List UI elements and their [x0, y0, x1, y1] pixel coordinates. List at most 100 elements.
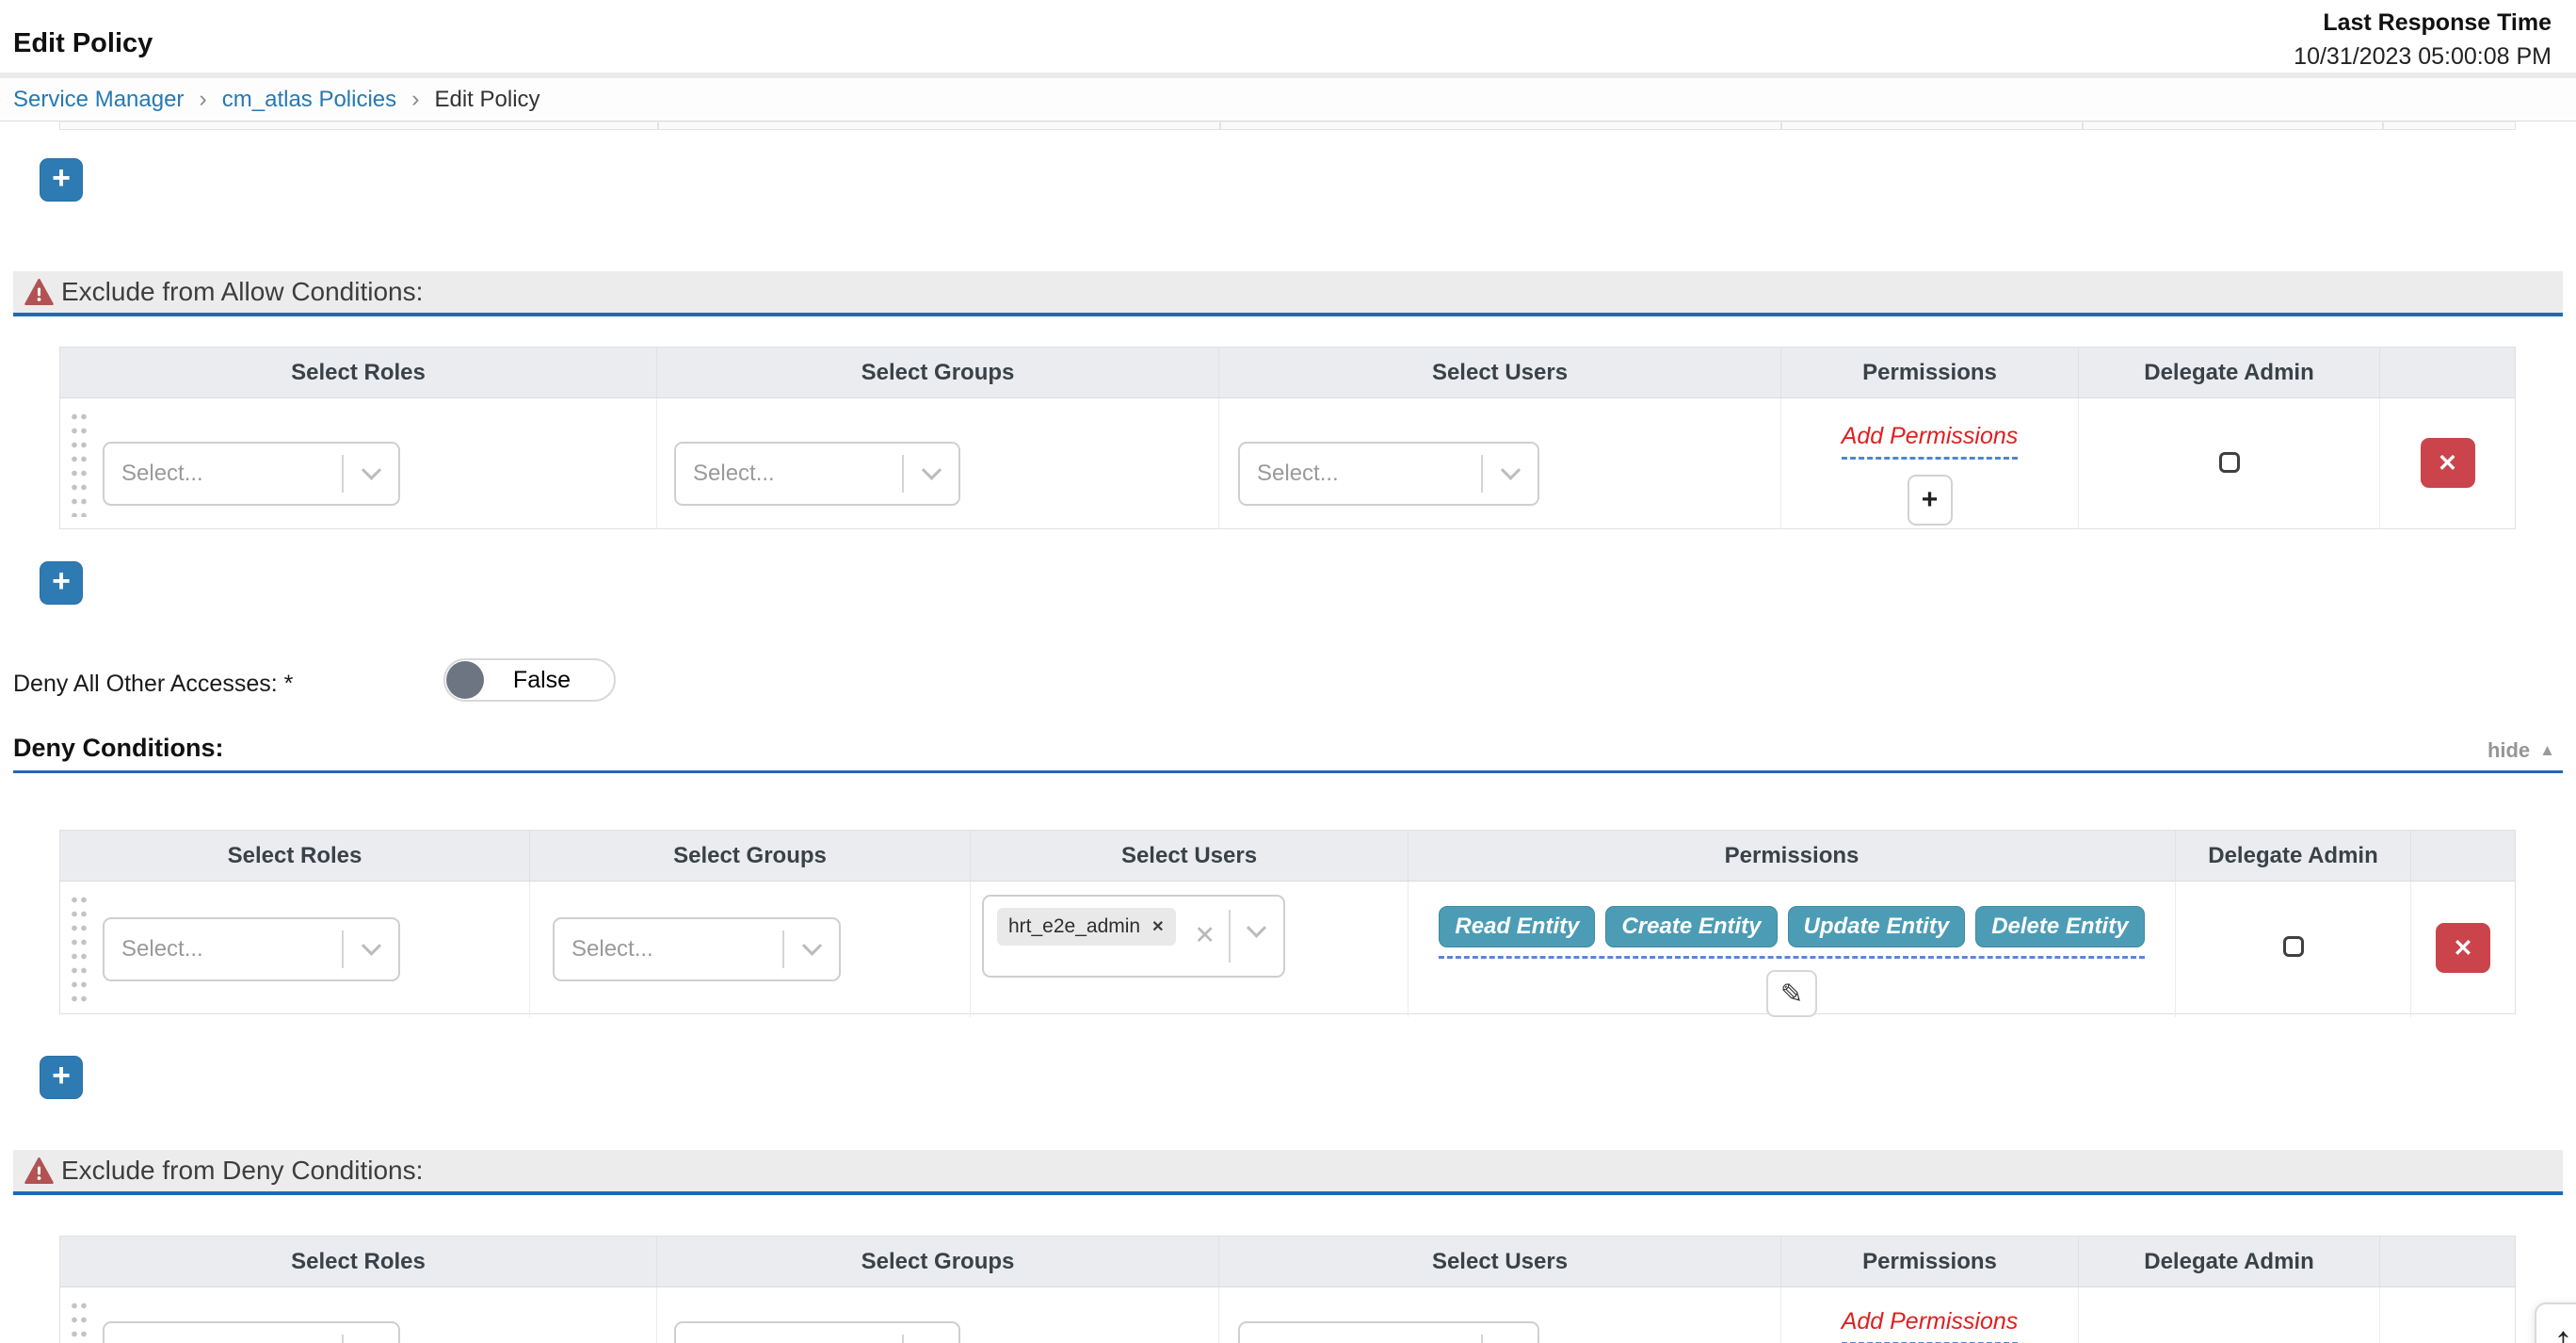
- select-groups-dropdown[interactable]: Select...: [674, 1321, 960, 1343]
- col-select-users: Select Users: [1219, 1237, 1781, 1286]
- delete-row-button[interactable]: ✕: [2436, 923, 2490, 973]
- page-title: Edit Policy: [13, 28, 153, 73]
- select-users-dropdown[interactable]: Select...: [1238, 1321, 1539, 1343]
- permission-badge: Read Entity: [1439, 906, 1595, 947]
- delete-row-button[interactable]: ✕: [2421, 438, 2475, 488]
- col-select-users: Select Users: [971, 831, 1409, 881]
- drag-handle[interactable]: [70, 893, 89, 1006]
- breadcrumb-service-manager[interactable]: Service Manager: [13, 87, 184, 113]
- top-bar: Edit Policy Last Response Time 10/31/202…: [0, 0, 2576, 73]
- delegate-admin-checkbox[interactable]: [2219, 452, 2240, 473]
- chevron-down-icon[interactable]: [784, 943, 839, 957]
- chevron-down-icon[interactable]: [344, 467, 398, 481]
- deny-all-accesses-toggle[interactable]: False: [443, 658, 616, 702]
- cell-actions: ✕: [2411, 882, 2515, 1017]
- col-actions: [2380, 348, 2515, 397]
- pencil-icon: ✎: [1780, 978, 1803, 1011]
- col-permissions: Permissions: [1781, 348, 2079, 397]
- cell-permissions: Add Permissions +: [1781, 1287, 2079, 1343]
- add-permissions-link[interactable]: Add Permissions: [1842, 423, 2019, 460]
- table-header-row: Select Roles Select Groups Select Users …: [60, 348, 2515, 398]
- col-delegate-admin: Delegate Admin: [2079, 348, 2380, 397]
- warning-icon: [24, 1157, 54, 1184]
- deny-all-accesses-label: Deny All Other Accesses: *: [13, 671, 293, 698]
- deny-conditions-table: Select Roles Select Groups Select Users …: [59, 830, 2516, 1014]
- cell-select-groups: Select...: [657, 398, 1219, 528]
- chevron-down-icon[interactable]: [904, 467, 958, 481]
- cell-select-users: hrt_e2e_admin ✕ ✕: [971, 882, 1409, 1017]
- cell-select-groups: Select...: [530, 882, 971, 1017]
- col-permissions: Permissions: [1781, 1237, 2079, 1286]
- select-roles-dropdown[interactable]: Select...: [103, 442, 400, 506]
- chevron-down-icon[interactable]: [344, 943, 398, 957]
- select-placeholder: Select...: [676, 461, 902, 487]
- breadcrumb-current: Edit Policy: [434, 87, 539, 113]
- select-placeholder: Select...: [555, 936, 782, 963]
- select-users-dropdown[interactable]: Select...: [1238, 442, 1539, 506]
- table-row: Select... Select... Select...: [60, 1287, 2515, 1343]
- breadcrumb: Service Manager › cm_atlas Policies › Ed…: [0, 78, 2576, 121]
- select-users-multiselect[interactable]: hrt_e2e_admin ✕ ✕: [982, 895, 1285, 978]
- add-permission-button[interactable]: +: [1908, 475, 1953, 526]
- col-permissions: Permissions: [1409, 831, 2176, 881]
- select-roles-dropdown[interactable]: Select...: [103, 1321, 400, 1343]
- cell-actions: ✕: [2380, 398, 2515, 528]
- col-select-users: Select Users: [1219, 348, 1781, 397]
- select-groups-dropdown[interactable]: Select...: [553, 917, 841, 981]
- caret-up-icon: ▲: [2539, 741, 2555, 760]
- plus-icon: +: [52, 563, 71, 600]
- clear-selection-icon[interactable]: ✕: [1194, 921, 1216, 950]
- scroll-to-top-button[interactable]: ↑: [2535, 1303, 2576, 1343]
- arrow-up-icon: ↑: [2553, 1318, 2573, 1343]
- chevron-down-icon[interactable]: [1483, 467, 1538, 481]
- warning-icon: [24, 279, 54, 305]
- chevron-down-icon[interactable]: [1231, 925, 1281, 939]
- edit-permissions-button[interactable]: ✎: [1766, 970, 1817, 1017]
- drag-handle[interactable]: [70, 1299, 89, 1343]
- remove-chip-icon[interactable]: ✕: [1151, 917, 1164, 936]
- col-select-roles: Select Roles: [60, 831, 530, 881]
- col-select-roles: Select Roles: [60, 348, 657, 397]
- drag-handle[interactable]: [70, 410, 89, 517]
- selected-user-chip: hrt_e2e_admin ✕: [997, 908, 1176, 946]
- exclude-allow-conditions-table: Select Roles Select Groups Select Users …: [59, 347, 2516, 529]
- col-select-groups: Select Groups: [530, 831, 971, 881]
- scrolled-table-bottom-edge: [59, 121, 2516, 130]
- col-actions: [2411, 831, 2515, 881]
- select-groups-dropdown[interactable]: Select...: [674, 442, 960, 506]
- table-header-row: Select Roles Select Groups Select Users …: [60, 1237, 2515, 1287]
- select-placeholder: Select...: [105, 936, 342, 963]
- toggle-value: False: [513, 667, 571, 694]
- section-exclude-deny-conditions: Exclude from Deny Conditions:: [13, 1150, 2563, 1195]
- table-row: Select... Select... Select...: [60, 398, 2515, 528]
- hide-section-link[interactable]: hide ▲: [2487, 738, 2555, 763]
- delegate-admin-checkbox[interactable]: [2283, 936, 2304, 957]
- col-delegate-admin: Delegate Admin: [2079, 1237, 2380, 1286]
- table-row: Select... Select... hrt_e2e_admin ✕: [60, 882, 2515, 1013]
- cell-select-roles: Select...: [60, 398, 657, 528]
- select-roles-dropdown[interactable]: Select...: [103, 917, 400, 981]
- add-exclude-allow-row-button[interactable]: +: [40, 561, 83, 605]
- toggle-knob: [446, 661, 484, 699]
- permission-badge: Update Entity: [1788, 906, 1966, 947]
- exclude-deny-conditions-table: Select Roles Select Groups Select Users …: [59, 1236, 2516, 1343]
- plus-icon: +: [52, 1058, 71, 1094]
- last-response-time: Last Response Time 10/31/2023 05:00:08 P…: [2294, 9, 2552, 73]
- section-exclude-allow-conditions: Exclude from Allow Conditions:: [13, 271, 2563, 316]
- chip-label: hrt_e2e_admin: [1008, 915, 1140, 938]
- col-select-roles: Select Roles: [60, 1237, 657, 1286]
- breadcrumb-cm-atlas-policies[interactable]: cm_atlas Policies: [222, 87, 396, 113]
- add-permissions-link[interactable]: Add Permissions: [1842, 1308, 2019, 1343]
- cell-select-users: Select...: [1219, 1287, 1781, 1343]
- add-allow-condition-button[interactable]: +: [40, 158, 83, 202]
- add-deny-condition-button[interactable]: +: [40, 1056, 83, 1099]
- select-placeholder: Select...: [105, 461, 342, 487]
- cell-permissions: Read Entity Create Entity Update Entity …: [1409, 882, 2176, 1017]
- col-delegate-admin: Delegate Admin: [2176, 831, 2411, 881]
- deny-conditions-title: Deny Conditions:: [13, 734, 224, 763]
- last-response-value: 10/31/2023 05:00:08 PM: [2294, 43, 2552, 71]
- cell-delegate-admin: [2079, 398, 2380, 528]
- col-select-groups: Select Groups: [657, 348, 1219, 397]
- permission-badge: Create Entity: [1605, 906, 1777, 947]
- section-title: Exclude from Allow Conditions:: [61, 277, 423, 307]
